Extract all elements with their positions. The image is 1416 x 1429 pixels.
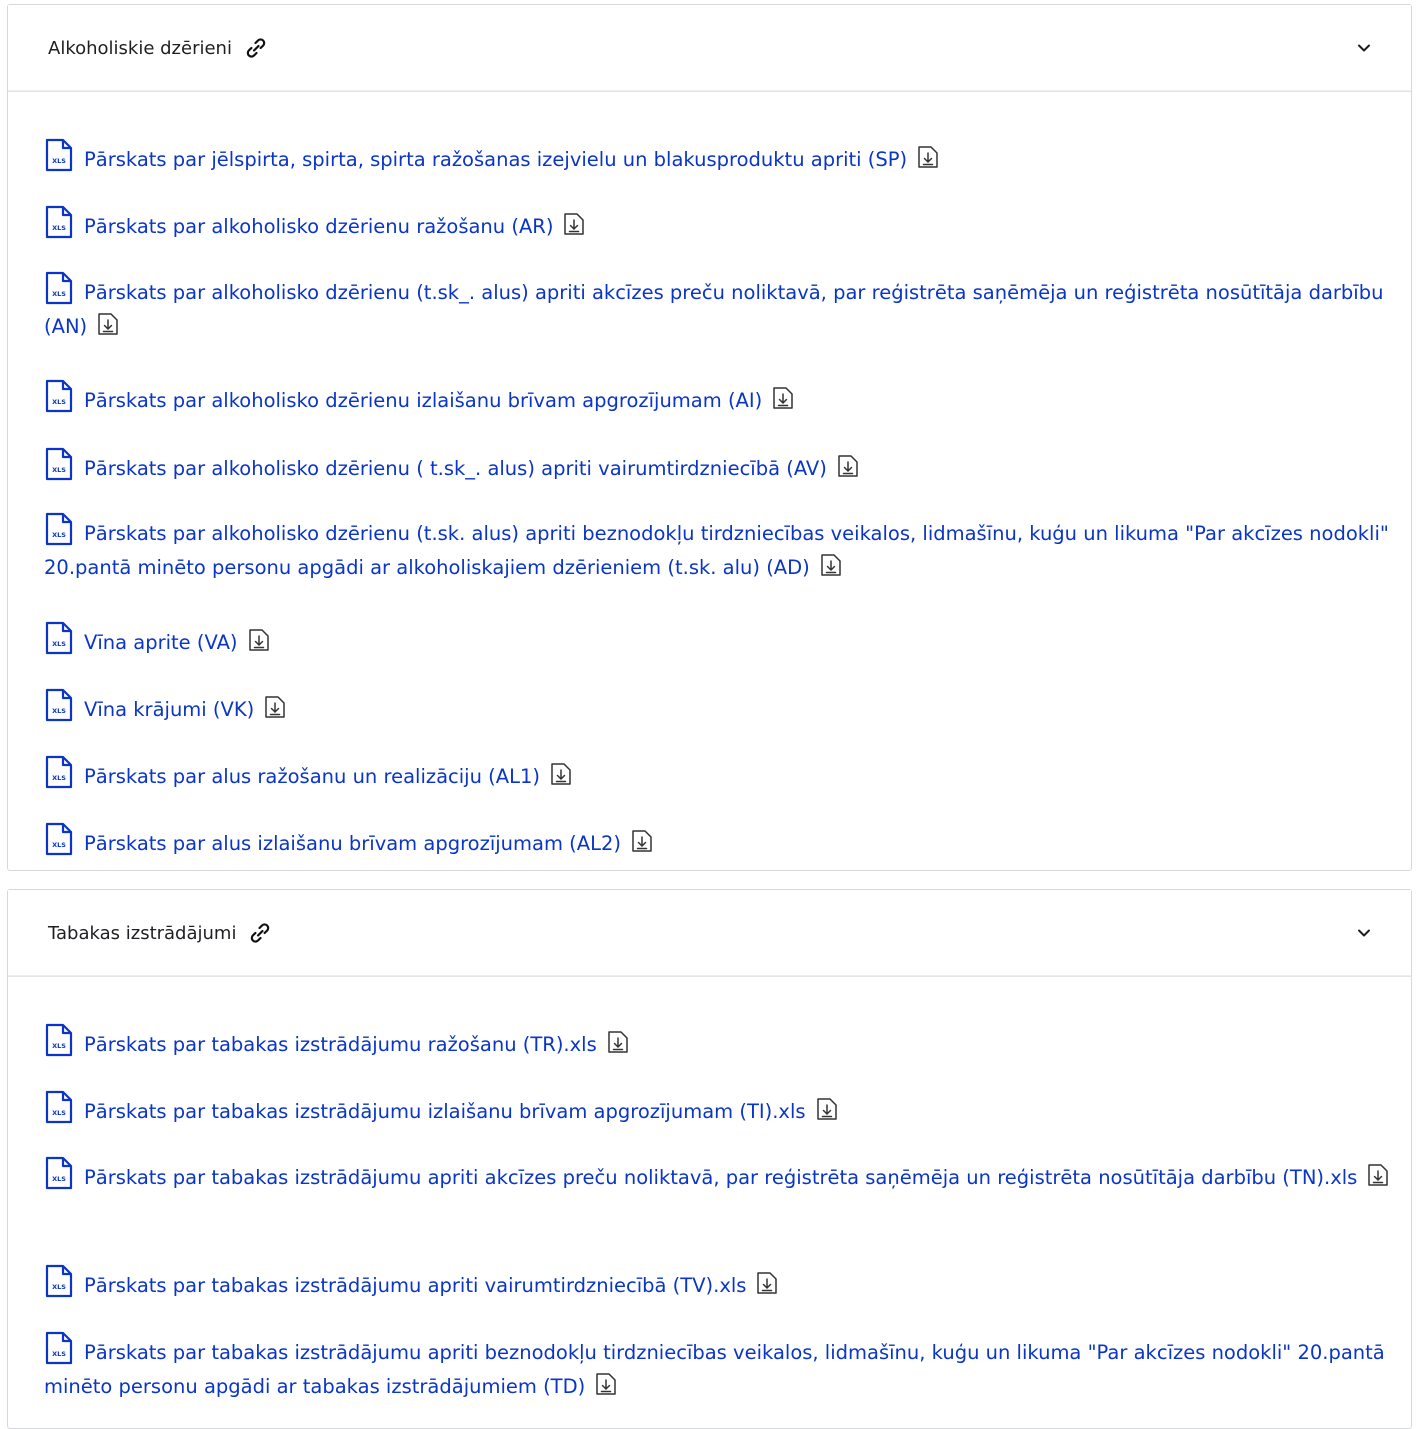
- xls-file-icon-badge: XLS: [52, 1109, 66, 1117]
- document-link[interactable]: XLS Pārskats par alkoholisko dzērienu raž…: [44, 205, 1411, 244]
- document-link[interactable]: XLS Vīna aprite (VA): [44, 621, 1411, 660]
- document-link[interactable]: XLS Pārskats par tabakas izstrādājumu apr…: [44, 1156, 1411, 1195]
- xls-file-icon-badge: XLS: [52, 841, 66, 849]
- xls-file-icon-badge: XLS: [52, 531, 66, 539]
- document-link-text[interactable]: Pārskats par alkoholisko dzērienu (t.sk.…: [44, 522, 1389, 579]
- document-link-text[interactable]: Pārskats par tabakas izstrādājumu apriti…: [44, 1341, 1385, 1398]
- document-link-text[interactable]: Pārskats par tabakas izstrādājumu ražoša…: [84, 1033, 597, 1056]
- download-icon[interactable]: [837, 454, 859, 478]
- document-link-text[interactable]: Pārskats par alkoholisko dzērienu ( t.sk…: [84, 457, 827, 480]
- xls-file-icon: XLS: [44, 138, 74, 172]
- xls-file-icon: XLS: [44, 1090, 74, 1124]
- document-link[interactable]: XLS Pārskats par alkoholisko dzērienu (t.…: [44, 512, 1411, 585]
- document-link-text[interactable]: Pārskats par alus izlaišanu brīvam apgro…: [84, 832, 621, 855]
- download-icon[interactable]: [917, 145, 939, 169]
- document-link-text[interactable]: Pārskats par tabakas izstrādājumu apriti…: [84, 1274, 746, 1297]
- document-link-text[interactable]: Pārskats par jēlspirta, spirta, spirta r…: [84, 148, 907, 171]
- document-link[interactable]: XLS Pārskats par jēlspirta, spirta, spirt…: [44, 138, 1411, 177]
- xls-file-icon: XLS: [44, 447, 74, 481]
- chevron-down-icon[interactable]: [1355, 39, 1373, 57]
- link-icon[interactable]: [244, 36, 268, 60]
- download-icon[interactable]: [1367, 1163, 1389, 1187]
- document-link-text[interactable]: Pārskats par tabakas izstrādājumu apriti…: [84, 1166, 1357, 1189]
- document-link[interactable]: XLS Vīna krājumi (VK): [44, 688, 1411, 727]
- xls-file-icon-badge: XLS: [52, 398, 66, 406]
- document-link-text[interactable]: Pārskats par alkoholisko dzērienu ražoša…: [84, 215, 553, 238]
- download-icon[interactable]: [631, 829, 653, 853]
- download-icon[interactable]: [816, 1097, 838, 1121]
- xls-file-icon: XLS: [44, 688, 74, 722]
- accordion-alcoholic-beverages: Alkoholiskie dzērieni XLS Pārskats par jē…: [7, 4, 1412, 871]
- accordion-tobacco-products: Tabakas izstrādājumi XLS Pārskats par tab…: [7, 889, 1412, 1429]
- chevron-down-icon[interactable]: [1355, 924, 1373, 942]
- download-icon[interactable]: [248, 628, 270, 652]
- download-icon[interactable]: [772, 386, 794, 410]
- accordion-header-tobacco-products[interactable]: Tabakas izstrādājumi: [8, 890, 1411, 977]
- xls-file-icon-badge: XLS: [52, 290, 66, 298]
- document-link-text[interactable]: Vīna krājumi (VK): [84, 698, 254, 721]
- download-icon[interactable]: [97, 312, 119, 336]
- document-link[interactable]: XLS Pārskats par tabakas izstrādājumu raž…: [44, 1023, 1411, 1062]
- xls-file-icon-badge: XLS: [52, 707, 66, 715]
- document-link[interactable]: XLS Pārskats par alkoholisko dzērienu ( t…: [44, 447, 1411, 486]
- document-link-text[interactable]: Pārskats par alkoholisko dzērienu izlaiš…: [84, 389, 762, 412]
- xls-file-icon: XLS: [44, 271, 74, 305]
- xls-file-icon-badge: XLS: [52, 157, 66, 165]
- xls-file-icon-badge: XLS: [52, 1283, 66, 1291]
- xls-file-icon-badge: XLS: [52, 1042, 66, 1050]
- xls-file-icon-badge: XLS: [52, 640, 66, 648]
- document-link[interactable]: XLS Pārskats par alkoholisko dzērienu (t.…: [44, 271, 1411, 344]
- download-icon[interactable]: [550, 762, 572, 786]
- download-icon[interactable]: [563, 212, 585, 236]
- document-link[interactable]: XLS Pārskats par tabakas izstrādājumu apr…: [44, 1331, 1411, 1404]
- xls-file-icon: XLS: [44, 621, 74, 655]
- link-icon[interactable]: [248, 921, 272, 945]
- section-title: Tabakas izstrādājumi: [48, 922, 237, 944]
- section-title: Alkoholiskie dzērieni: [48, 37, 232, 59]
- download-icon[interactable]: [820, 553, 842, 577]
- xls-file-icon-badge: XLS: [52, 466, 66, 474]
- xls-file-icon: XLS: [44, 1156, 74, 1190]
- xls-file-icon: XLS: [44, 1331, 74, 1365]
- accordion-header-alcoholic-beverages[interactable]: Alkoholiskie dzērieni: [8, 5, 1411, 92]
- download-icon[interactable]: [264, 695, 286, 719]
- xls-file-icon: XLS: [44, 205, 74, 239]
- xls-file-icon: XLS: [44, 1023, 74, 1057]
- document-link-text[interactable]: Pārskats par tabakas izstrādājumu izlaiš…: [84, 1100, 806, 1123]
- xls-file-icon-badge: XLS: [52, 224, 66, 232]
- document-link-text[interactable]: Vīna aprite (VA): [84, 631, 238, 654]
- document-link[interactable]: XLS Pārskats par alus izlaišanu brīvam ap…: [44, 822, 1411, 861]
- xls-file-icon: XLS: [44, 379, 74, 413]
- download-icon[interactable]: [756, 1271, 778, 1295]
- document-link[interactable]: XLS Pārskats par alkoholisko dzērienu izl…: [44, 379, 1411, 418]
- document-link[interactable]: XLS Pārskats par tabakas izstrādājumu apr…: [44, 1264, 1411, 1303]
- document-link-text[interactable]: Pārskats par alkoholisko dzērienu (t.sk_…: [44, 281, 1383, 338]
- xls-file-icon-badge: XLS: [52, 1350, 66, 1358]
- xls-file-icon-badge: XLS: [52, 774, 66, 782]
- document-link[interactable]: XLS Pārskats par alus ražošanu un realizā…: [44, 755, 1411, 794]
- xls-file-icon-badge: XLS: [52, 1175, 66, 1183]
- xls-file-icon: XLS: [44, 755, 74, 789]
- download-icon[interactable]: [607, 1030, 629, 1054]
- xls-file-icon: XLS: [44, 822, 74, 856]
- document-link-text[interactable]: Pārskats par alus ražošanu un realizācij…: [84, 765, 540, 788]
- document-link[interactable]: XLS Pārskats par tabakas izstrādājumu izl…: [44, 1090, 1411, 1129]
- xls-file-icon: XLS: [44, 1264, 74, 1298]
- xls-file-icon: XLS: [44, 512, 74, 546]
- download-icon[interactable]: [595, 1372, 617, 1396]
